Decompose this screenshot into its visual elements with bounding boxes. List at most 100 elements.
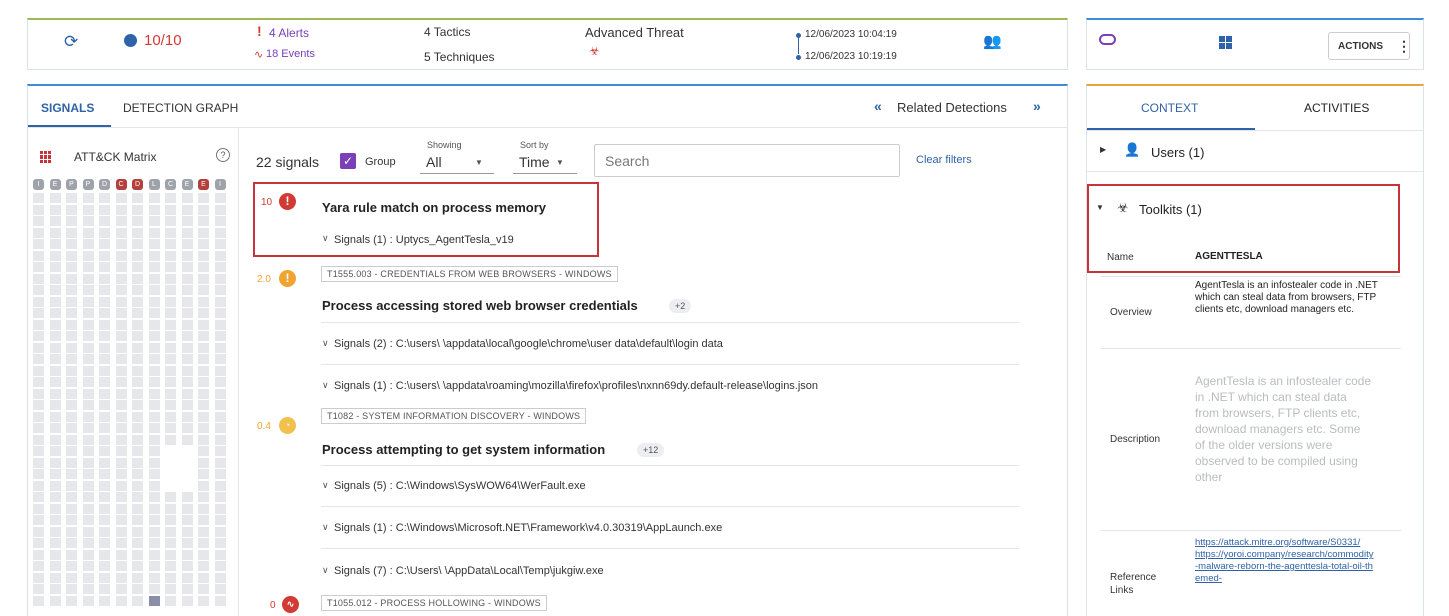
technique-cell[interactable] [198, 331, 209, 341]
technique-cell[interactable] [198, 446, 209, 456]
technique-cell[interactable] [198, 250, 209, 261]
technique-cell[interactable] [82, 549, 94, 560]
technique-cell[interactable] [165, 331, 176, 341]
chevron-down-icon[interactable]: ∨ [322, 480, 329, 491]
technique-cell[interactable] [148, 308, 160, 318]
technique-cell[interactable] [198, 354, 209, 364]
technique-cell[interactable] [115, 595, 127, 606]
technique-cell[interactable] [66, 365, 77, 376]
technique-cell[interactable] [198, 526, 209, 537]
technique-cell[interactable] [115, 227, 127, 238]
technique-cell[interactable] [132, 572, 143, 583]
technique-cell[interactable] [181, 354, 193, 364]
technique-cell[interactable] [165, 515, 176, 525]
technique-cell[interactable] [148, 285, 160, 295]
technique-cell[interactable] [132, 526, 143, 537]
technique-cell[interactable] [165, 549, 176, 560]
technique-cell[interactable] [66, 227, 77, 238]
tab-activities[interactable]: ACTIVITIES [1304, 101, 1369, 115]
technique-cell[interactable] [132, 250, 143, 261]
technique-cell[interactable] [66, 204, 77, 215]
technique-cell[interactable] [132, 285, 143, 295]
technique-cell[interactable] [165, 273, 176, 284]
technique-cell[interactable] [33, 561, 44, 571]
technique-cell[interactable] [66, 526, 77, 537]
technique-cell[interactable] [99, 515, 110, 525]
technique-cell[interactable] [99, 457, 110, 468]
technique-cell[interactable] [214, 400, 226, 410]
technique-cell[interactable] [82, 354, 94, 364]
technique-cell[interactable] [181, 239, 193, 249]
technique-cell[interactable] [66, 308, 77, 318]
technique-cell[interactable] [82, 193, 94, 203]
technique-cell[interactable] [181, 457, 193, 468]
technique-cell[interactable] [148, 457, 160, 468]
technique-cell[interactable] [49, 434, 61, 445]
technique-chip[interactable]: T1055.012 - PROCESS HOLLOWING - WINDOWS [321, 595, 547, 611]
technique-cell[interactable] [115, 411, 127, 422]
technique-cell[interactable] [165, 492, 176, 502]
technique-cell[interactable] [198, 480, 209, 491]
technique-cell[interactable] [49, 595, 61, 606]
technique-cell[interactable] [82, 296, 94, 307]
technique-cell[interactable] [66, 388, 77, 399]
reference-link[interactable]: https://yoroi.company/research/commodity… [1195, 549, 1375, 585]
technique-cell[interactable] [66, 515, 77, 525]
technique-cell[interactable] [49, 561, 61, 571]
technique-cell[interactable] [181, 503, 193, 514]
technique-cell[interactable] [214, 331, 226, 341]
technique-cell[interactable] [66, 446, 77, 456]
technique-cell[interactable] [115, 469, 127, 479]
technique-cell[interactable] [132, 319, 143, 330]
technique-cell[interactable] [132, 273, 143, 284]
technique-cell[interactable] [99, 331, 110, 341]
technique-cell[interactable] [214, 480, 226, 491]
technique-cell[interactable] [99, 469, 110, 479]
technique-cell[interactable] [115, 561, 127, 571]
technique-cell[interactable] [33, 595, 44, 606]
tactic-header[interactable]: D [99, 179, 110, 190]
technique-cell[interactable] [66, 549, 77, 560]
technique-cell[interactable] [214, 526, 226, 537]
technique-cell[interactable] [99, 480, 110, 491]
technique-cell[interactable] [165, 342, 176, 353]
technique-cell[interactable] [33, 331, 44, 341]
technique-cell[interactable] [82, 411, 94, 422]
technique-cell[interactable] [99, 273, 110, 284]
technique-cell[interactable] [165, 457, 176, 468]
technique-cell[interactable] [115, 342, 127, 353]
technique-cell[interactable] [148, 273, 160, 284]
technique-cell[interactable] [181, 561, 193, 571]
technique-cell[interactable] [49, 469, 61, 479]
technique-cell[interactable] [66, 285, 77, 295]
technique-cell[interactable] [33, 423, 44, 433]
signal-line[interactable]: Signals (1) : C:\Windows\Microsoft.NET\F… [334, 522, 722, 534]
technique-cell[interactable] [148, 446, 160, 456]
technique-cell[interactable] [132, 492, 143, 502]
technique-cell[interactable] [165, 446, 176, 456]
technique-cell[interactable] [165, 469, 176, 479]
technique-cell[interactable] [214, 365, 226, 376]
technique-cell[interactable] [49, 296, 61, 307]
technique-cell[interactable] [99, 492, 110, 502]
technique-cell[interactable] [49, 331, 61, 341]
technique-cell[interactable] [165, 227, 176, 238]
technique-cell[interactable] [198, 492, 209, 502]
technique-cell[interactable] [132, 354, 143, 364]
technique-cell[interactable] [33, 250, 44, 261]
clear-filters-link[interactable]: Clear filters [916, 154, 972, 166]
technique-cell[interactable] [82, 285, 94, 295]
technique-cell[interactable] [165, 354, 176, 364]
technique-cell[interactable] [214, 503, 226, 514]
technique-cell[interactable] [165, 239, 176, 249]
technique-cell[interactable] [214, 469, 226, 479]
technique-cell[interactable] [66, 503, 77, 514]
technique-cell[interactable] [82, 342, 94, 353]
help-icon[interactable]: ? [216, 148, 230, 162]
technique-cell[interactable] [66, 480, 77, 491]
technique-cell[interactable] [132, 595, 143, 606]
technique-cell[interactable] [49, 549, 61, 560]
technique-cell[interactable] [165, 411, 176, 422]
technique-cell[interactable] [198, 227, 209, 238]
technique-cell[interactable] [214, 285, 226, 295]
